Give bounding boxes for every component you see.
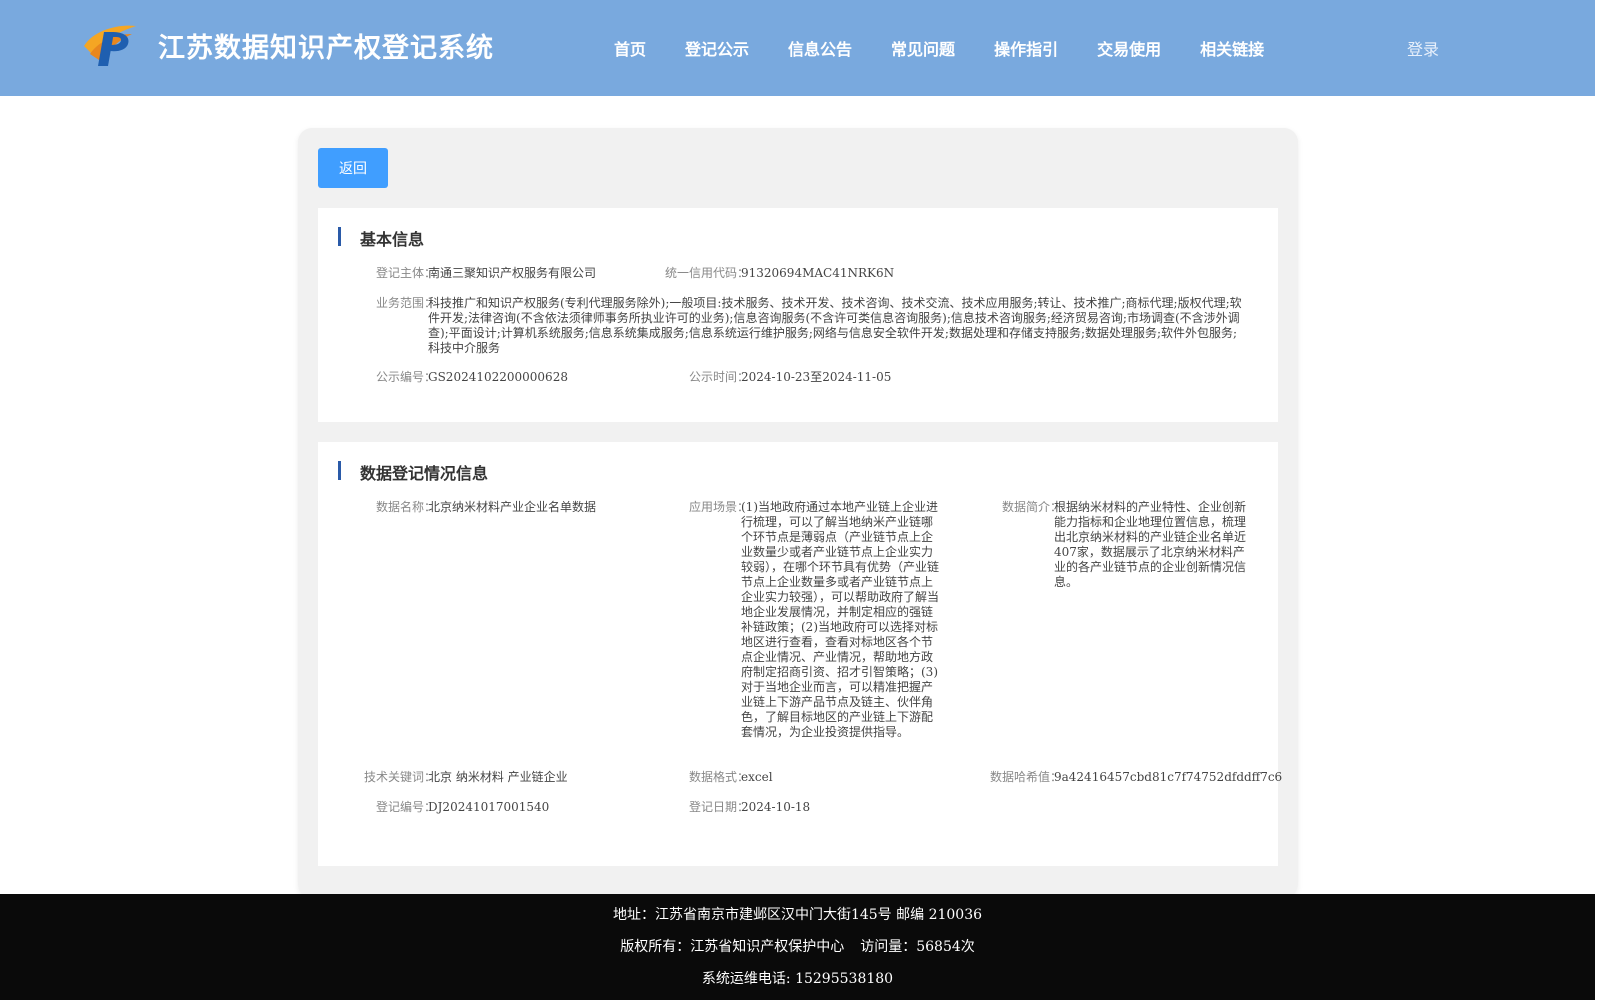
publicity-no-value: GS2024102200000628 [428, 370, 568, 384]
nav-faq[interactable]: 常见问题 [891, 36, 955, 60]
keywords-label: 技术关键词： [363, 770, 436, 784]
login-link[interactable]: 登录 [1407, 36, 1439, 60]
registration-no-label: 登记编号： [375, 800, 436, 814]
credit-code-label: 统一信用代码： [664, 266, 749, 280]
credit-code-value: 91320694MAC41NRK6N [741, 266, 895, 280]
publicity-no-label: 公示编号： [375, 370, 436, 384]
data-format-value: excel [741, 770, 773, 784]
entity-value: 南通三聚知识产权服务有限公司 [428, 266, 597, 280]
footer-copyright: 版权所有：江苏省知识产权保护中心 [620, 939, 845, 955]
nav-guide[interactable]: 操作指引 [994, 36, 1058, 60]
nav-registration-publicity[interactable]: 登记公示 [685, 36, 749, 60]
site-title: 江苏数据知识产权登记系统 [158, 33, 494, 64]
basic-info-panel: 基本信息 登记主体： 南通三聚知识产权服务有限公司 统一信用代码： 913206… [318, 208, 1278, 422]
detail-card: 返回 基本信息 登记主体： 南通三聚知识产权服务有限公司 统一信用代码： 913… [298, 128, 1298, 898]
data-registration-panel: 数据登记情况信息 数据名称： 北京纳米材料产业企业名单数据 应用场景： (1)当… [318, 442, 1282, 866]
nav-trade-use[interactable]: 交易使用 [1097, 36, 1161, 60]
nav-announcements[interactable]: 信息公告 [788, 36, 852, 60]
business-scope-value: 科技推广和知识产权服务(专利代理服务除外);一般项目:技术服务、技术开发、技术咨… [428, 296, 1242, 355]
data-format-label: 数据格式： [688, 770, 749, 784]
top-header: 江苏数据知识产权登记系统 首页 登记公示 信息公告 常见问题 操作指引 交易使用… [0, 0, 1595, 96]
data-name-value: 北京纳米材料产业企业名单数据 [428, 500, 597, 514]
nav-home[interactable]: 首页 [614, 36, 646, 60]
main-nav: 首页 登记公示 信息公告 常见问题 操作指引 交易使用 相关链接 [614, 36, 1303, 60]
data-hash-value: 9a42416457cbd81c7f74752dfddff7c6 [1054, 770, 1283, 784]
data-intro-label: 数据简介： [1001, 500, 1062, 514]
registration-date-label: 登记日期： [688, 800, 749, 814]
data-hash-label: 数据哈希值： [989, 770, 1062, 784]
footer-visit-count: 访问量：56854次 [860, 939, 975, 955]
entity-label: 登记主体： [375, 266, 436, 280]
keywords-value: 北京 纳米材料 产业链企业 [428, 770, 568, 784]
publicity-time-value: 2024-10-23至2024-11-05 [741, 370, 892, 384]
publicity-time-label: 公示时间： [688, 370, 749, 384]
footer-address: 地址：江苏省南京市建邺区汉中门大街145号 邮编 210036 [612, 907, 983, 923]
basic-info-title: 基本信息 [338, 226, 424, 250]
data-name-label: 数据名称： [375, 500, 436, 514]
application-scene-label: 应用场景： [688, 500, 749, 514]
site-logo-icon[interactable] [80, 20, 140, 70]
application-scene-value: (1)当地政府通过本地产业链上企业进行梳理，可以了解当地纳米产业链哪个环节点是薄… [741, 500, 940, 739]
footer-phone: 系统运维电话: 15295538180 [701, 971, 894, 987]
registration-date-value: 2024-10-18 [741, 800, 811, 814]
registration-no-value: DJ20241017001540 [428, 800, 550, 814]
nav-links[interactable]: 相关链接 [1200, 36, 1264, 60]
site-footer: 地址：江苏省南京市建邺区汉中门大街145号 邮编 210036 版权所有：江苏省… [0, 894, 1595, 1000]
footer-copyright-line: 版权所有：江苏省知识产权保护中心 访问量：56854次 [0, 936, 1595, 956]
back-button[interactable]: 返回 [318, 148, 388, 188]
business-scope-label: 业务范围： [375, 296, 436, 310]
data-registration-title: 数据登记情况信息 [338, 460, 488, 484]
data-intro-value: 根据纳米材料的产业特性、企业创新能力指标和企业地理位置信息，梳理出北京纳米材料的… [1054, 500, 1247, 589]
